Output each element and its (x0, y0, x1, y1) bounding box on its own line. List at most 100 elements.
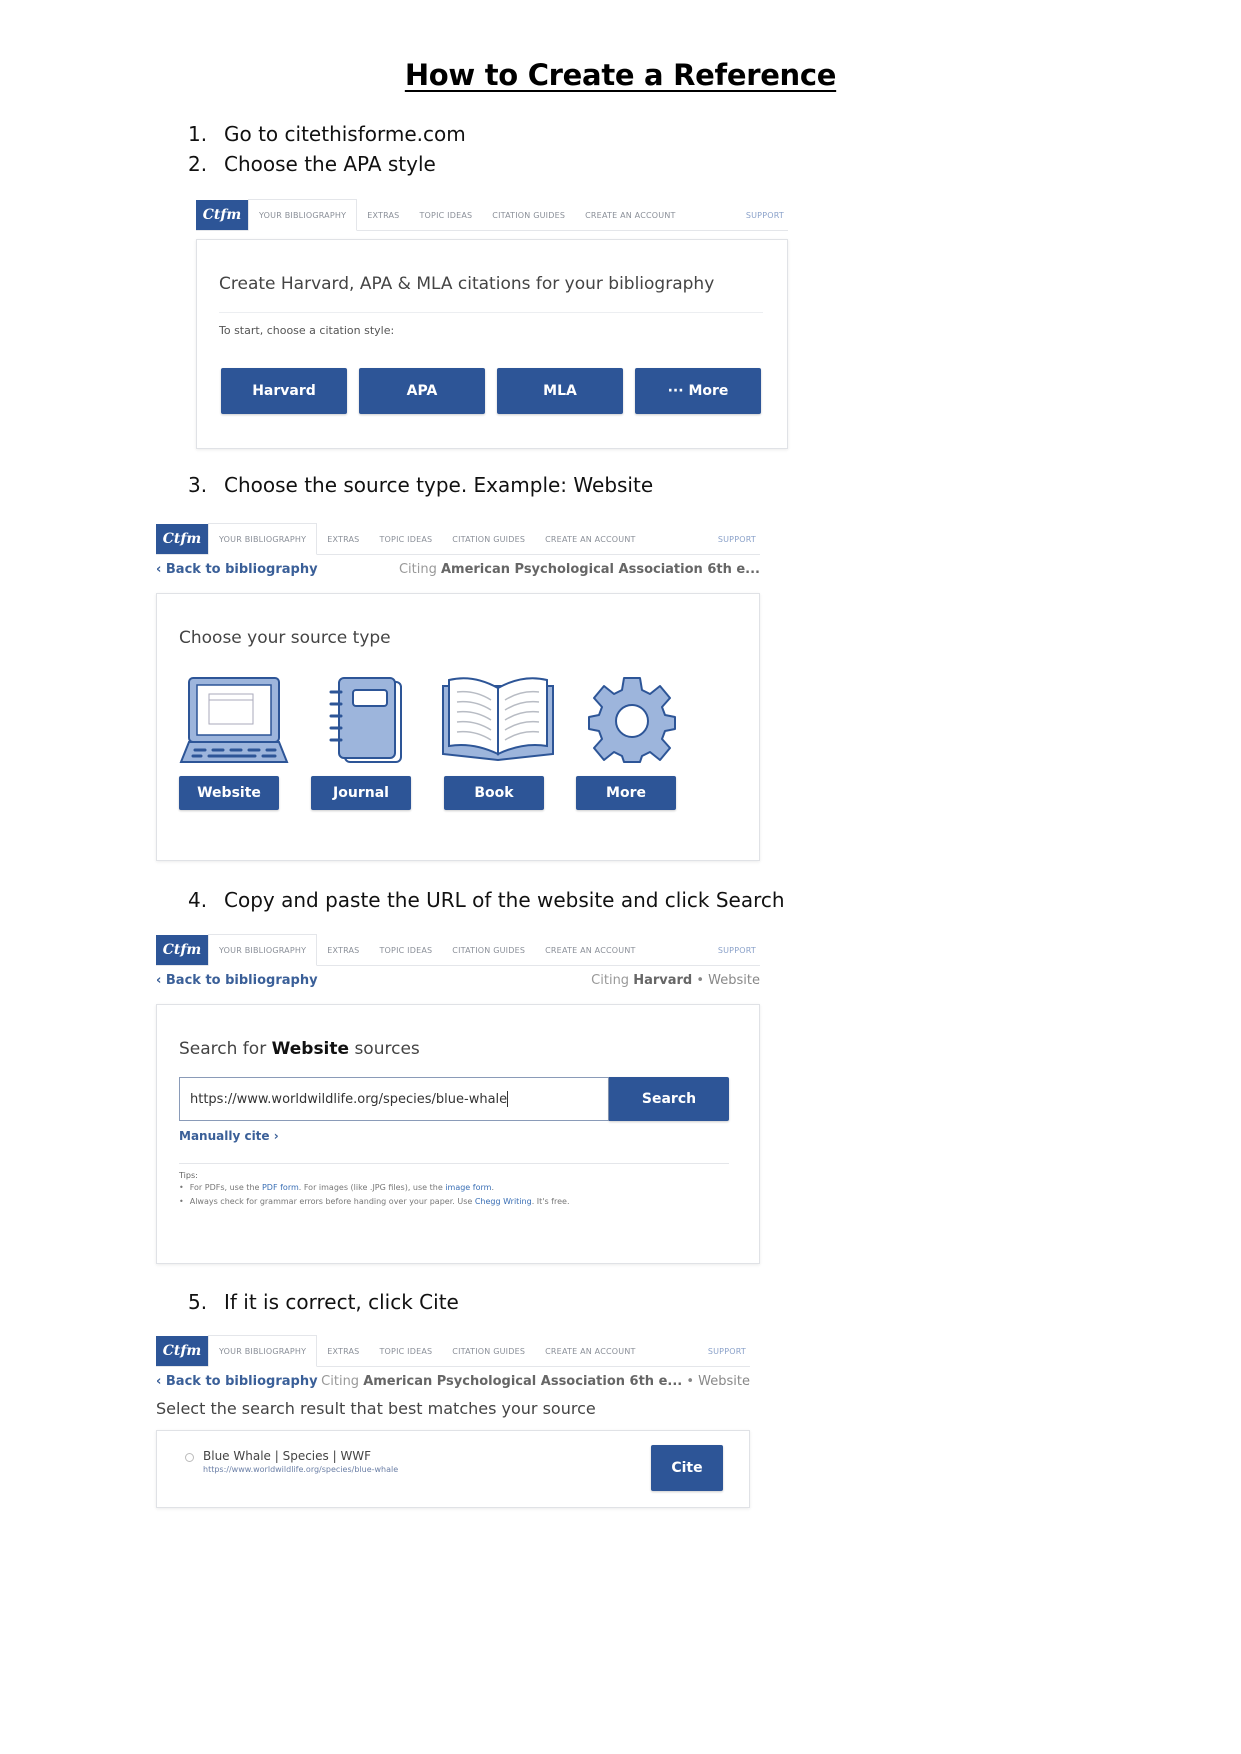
tab-support[interactable]: SUPPORT (736, 200, 788, 230)
citing-style: Harvard (633, 972, 693, 988)
chegg-writing-link[interactable]: Chegg Writing (475, 1197, 532, 1206)
back-to-bibliography-link[interactable]: ‹ Back to bibliography (156, 973, 318, 988)
result-url: https://www.worldwildlife.org/species/bl… (203, 1465, 399, 1474)
tips-label: Tips: (179, 1171, 198, 1180)
tab-topic-ideas[interactable]: TOPIC IDEAS (409, 200, 482, 230)
tab-citation-guides[interactable]: CITATION GUIDES (442, 1336, 535, 1366)
tab-extras[interactable]: EXTRAS (317, 524, 369, 554)
search-card: Search for Website sources https://www.w… (156, 1004, 760, 1264)
citing-info: Citing American Psychological Associatio… (399, 562, 760, 577)
citing-style: American Psychological Association 6th e… (363, 1373, 683, 1389)
card-heading: Create Harvard, APA & MLA citations for … (219, 274, 715, 294)
mla-button[interactable]: MLA (497, 368, 623, 414)
step-number: 3. (188, 473, 208, 497)
notebook-icon (329, 677, 402, 763)
source-type-card: Choose your source type Website Journal … (156, 593, 760, 861)
harvard-button[interactable]: Harvard (221, 368, 347, 414)
pdf-form-link[interactable]: PDF form (262, 1183, 299, 1192)
card-heading: Search for Website sources (179, 1039, 420, 1059)
tab-create-account[interactable]: CREATE AN ACCOUNT (575, 200, 685, 230)
result-radio-button[interactable] (185, 1453, 194, 1462)
tab-create-account[interactable]: CREATE AN ACCOUNT (535, 935, 645, 965)
results-heading: Select the search result that best match… (156, 1399, 596, 1418)
step-text: Choose the APA style (224, 152, 436, 176)
sub-header: ‹ Back to bibliography Citing American P… (156, 1367, 750, 1395)
laptop-icon (179, 677, 289, 763)
site-logo[interactable]: Ctfm (156, 935, 208, 965)
step-2: 2. Choose the APA style (188, 152, 436, 176)
url-value: https://www.worldwildlife.org/species/bl… (190, 1091, 508, 1107)
more-styles-button[interactable]: ··· More (635, 368, 761, 414)
tab-create-account[interactable]: CREATE AN ACCOUNT (535, 1336, 645, 1366)
tab-citation-guides[interactable]: CITATION GUIDES (442, 524, 535, 554)
step-5: 5. If it is correct, click Cite (188, 1290, 459, 1314)
back-to-bibliography-link[interactable]: ‹ Back to bibliography (156, 1374, 318, 1389)
tab-your-bibliography[interactable]: YOUR BIBLIOGRAPHY (208, 934, 318, 966)
citing-label: Citing (591, 972, 630, 988)
document-title: How to Create a Reference (404, 58, 837, 92)
site-logo[interactable]: Ctfm (196, 200, 248, 230)
citing-style: American Psychological Association 6th e… (440, 561, 760, 577)
tab-extras[interactable]: EXTRAS (317, 1336, 369, 1366)
url-search-input[interactable]: https://www.worldwildlife.org/species/bl… (179, 1077, 609, 1121)
citing-info: Citing Harvard • Website (591, 973, 760, 988)
tab-extras[interactable]: EXTRAS (317, 935, 369, 965)
citing-info: Citing American Psychological Associatio… (321, 1374, 750, 1389)
website-source-button[interactable]: Website (179, 776, 279, 810)
site-navbar: Ctfm YOUR BIBLIOGRAPHY EXTRAS TOPIC IDEA… (156, 934, 760, 966)
site-logo[interactable]: Ctfm (156, 1336, 208, 1366)
screenshot-select-result: Ctfm YOUR BIBLIOGRAPHY EXTRAS TOPIC IDEA… (156, 1335, 750, 1508)
tab-topic-ideas[interactable]: TOPIC IDEAS (369, 524, 442, 554)
more-source-button[interactable]: More (576, 776, 676, 810)
tab-topic-ideas[interactable]: TOPIC IDEAS (369, 1336, 442, 1366)
tab-support[interactable]: SUPPORT (708, 524, 760, 554)
heading-source-type: Website (271, 1039, 350, 1059)
tip-item: • For PDFs, use the PDF form. For images … (179, 1183, 494, 1192)
tab-extras[interactable]: EXTRAS (357, 200, 409, 230)
tip-item: • Always check for grammar errors before … (179, 1197, 570, 1206)
search-button[interactable]: Search (609, 1077, 729, 1121)
step-text: Go to citethisforme.com (224, 122, 466, 146)
image-form-link[interactable]: image form (445, 1183, 491, 1192)
result-title[interactable]: Blue Whale | Species | WWF (203, 1449, 371, 1463)
screenshot-source-type: Ctfm YOUR BIBLIOGRAPHY EXTRAS TOPIC IDEA… (156, 523, 760, 861)
cite-button[interactable]: Cite (651, 1445, 723, 1491)
divider (219, 312, 763, 313)
step-number: 2. (188, 152, 208, 176)
step-number: 4. (188, 888, 208, 912)
citing-type: • Website (686, 1373, 750, 1389)
tab-support[interactable]: SUPPORT (708, 935, 760, 965)
style-prompt: To start, choose a citation style: (219, 324, 395, 337)
site-logo[interactable]: Ctfm (156, 524, 208, 554)
sub-header: ‹ Back to bibliography Citing American P… (156, 555, 760, 583)
tip-text: Always check for grammar errors before h… (189, 1197, 475, 1206)
manually-cite-link[interactable]: Manually cite › (179, 1129, 279, 1143)
card-heading: Choose your source type (179, 628, 391, 648)
divider (179, 1163, 729, 1164)
citing-type: • Website (696, 972, 760, 988)
tab-your-bibliography[interactable]: YOUR BIBLIOGRAPHY (208, 1335, 318, 1367)
tip-text: For PDFs, use the (189, 1183, 262, 1192)
tab-topic-ideas[interactable]: TOPIC IDEAS (369, 935, 442, 965)
tab-citation-guides[interactable]: CITATION GUIDES (442, 935, 535, 965)
tab-your-bibliography[interactable]: YOUR BIBLIOGRAPHY (208, 523, 318, 555)
tab-your-bibliography[interactable]: YOUR BIBLIOGRAPHY (248, 199, 358, 231)
citing-label: Citing (321, 1373, 360, 1389)
tip-text: . It's free. (531, 1197, 570, 1206)
tab-create-account[interactable]: CREATE AN ACCOUNT (535, 524, 645, 554)
sub-header: ‹ Back to bibliography Citing Harvard • … (156, 966, 760, 994)
text-cursor (507, 1091, 509, 1107)
step-number: 5. (188, 1290, 208, 1314)
back-to-bibliography-link[interactable]: ‹ Back to bibliography (156, 562, 318, 577)
apa-button[interactable]: APA (359, 368, 485, 414)
open-book-icon (442, 677, 554, 762)
site-navbar: Ctfm YOUR BIBLIOGRAPHY EXTRAS TOPIC IDEA… (156, 1335, 750, 1367)
tab-citation-guides[interactable]: CITATION GUIDES (482, 200, 575, 230)
book-source-button[interactable]: Book (444, 776, 544, 810)
journal-source-button[interactable]: Journal (311, 776, 411, 810)
tip-text: . For images (like .JPG files), use the (298, 1183, 446, 1192)
heading-suffix: sources (354, 1039, 420, 1059)
step-3: 3. Choose the source type. Example: Webs… (188, 473, 653, 497)
tab-support[interactable]: SUPPORT (698, 1336, 750, 1366)
citation-style-card: Create Harvard, APA & MLA citations for … (196, 239, 788, 449)
